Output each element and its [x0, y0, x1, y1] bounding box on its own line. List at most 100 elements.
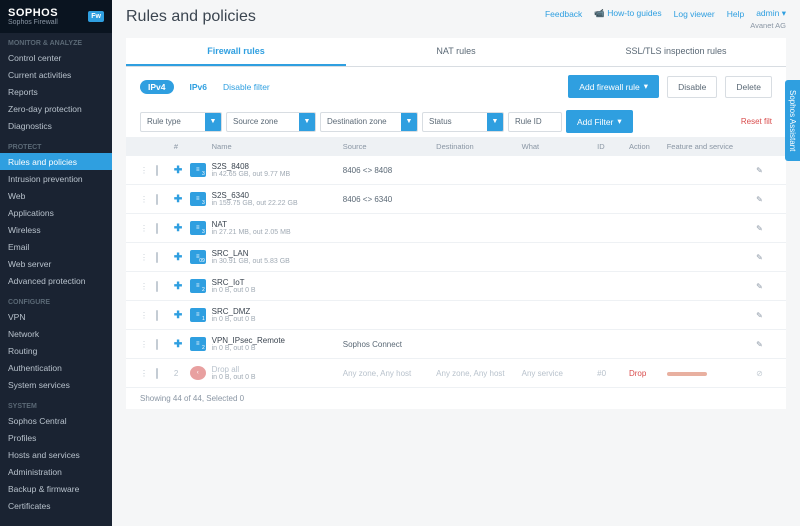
table-row[interactable]: ⋮✚≡2VPN_IPsec_Remotein 0 B, out 0 BSopho… [126, 330, 786, 359]
add-firewall-rule-button[interactable]: Add firewall rule ▾ [568, 75, 659, 98]
expand-icon[interactable]: ✚ [174, 194, 182, 205]
sidebar-item-authentication[interactable]: Authentication [0, 359, 112, 376]
sidebar-item-reports[interactable]: Reports [0, 83, 112, 100]
tab-nat[interactable]: NAT rules [346, 38, 566, 66]
table-row[interactable]: ⋮✚≡2SRC_IoTin 0 B, out 0 B✎ [126, 272, 786, 301]
expand-icon[interactable]: ✚ [174, 223, 182, 234]
sidebar-item-rules-and-policies[interactable]: Rules and policies [0, 153, 112, 170]
expand-icon[interactable]: ✚ [174, 339, 182, 350]
edit-icon[interactable]: ✎ [756, 311, 772, 320]
sidebar-item-web[interactable]: Web [0, 187, 112, 204]
table-row[interactable]: ⋮✚≡09SRC_LANin 30.91 GB, out 5.83 GB✎ [126, 243, 786, 272]
expand-icon[interactable]: ✚ [174, 310, 182, 321]
rule-name: NAT [212, 220, 339, 229]
filter-rule-type[interactable]: Rule type▼ [140, 112, 222, 132]
drag-handle-icon[interactable]: ⋮ [140, 195, 152, 204]
toolbar: IPv4 IPv6 Disable filter Add firewall ru… [126, 67, 786, 106]
row-checkbox[interactable] [156, 252, 158, 263]
tab-firewall[interactable]: Firewall rules [126, 38, 346, 66]
sidebar-item-wireless[interactable]: Wireless [0, 221, 112, 238]
delete-button[interactable]: Delete [725, 76, 772, 98]
link-howto[interactable]: 📹 How-to guides [594, 8, 661, 19]
sidebar-item-intrusion-prevention[interactable]: Intrusion prevention [0, 170, 112, 187]
nav-section-head: PROTECT [0, 140, 112, 153]
link-help[interactable]: Help [727, 9, 744, 19]
rule-name: SRC_IoT [212, 278, 339, 287]
edit-icon[interactable]: ✎ [756, 253, 772, 262]
table-row-drop[interactable]: ⋮2‹Drop allin 0 B, out 0 BAny zone, Any … [126, 359, 786, 388]
nav-section-head: MONITOR & ANALYZE [0, 36, 112, 49]
link-feedback[interactable]: Feedback [545, 9, 582, 19]
sophos-assistant-tab[interactable]: Sophos Assistant [785, 80, 800, 161]
reset-filter[interactable]: Reset filt [741, 117, 772, 126]
sidebar-item-certificates[interactable]: Certificates [0, 497, 112, 514]
table-row[interactable]: ⋮✚≡3S2S_6340in 159.75 GB, out 22.22 GB84… [126, 185, 786, 214]
sidebar-item-vpn[interactable]: VPN [0, 308, 112, 325]
disable-filter-link[interactable]: Disable filter [223, 82, 270, 92]
sidebar-item-administration[interactable]: Administration [0, 463, 112, 480]
table-row[interactable]: ⋮✚≡1SRC_DMZin 0 B, out 0 B✎ [126, 301, 786, 330]
sidebar-item-zero-day-protection[interactable]: Zero-day protection [0, 100, 112, 117]
row-checkbox[interactable] [156, 368, 158, 379]
expand-icon[interactable]: ✚ [174, 281, 182, 292]
rule-icon: ≡3 [190, 163, 206, 177]
filter-rule-id[interactable]: Rule ID [508, 112, 562, 132]
sidebar-item-routing[interactable]: Routing [0, 342, 112, 359]
row-checkbox[interactable] [156, 281, 158, 292]
sidebar-item-email[interactable]: Email [0, 238, 112, 255]
tab-ssl[interactable]: SSL/TLS inspection rules [566, 38, 786, 66]
edit-icon[interactable]: ✎ [756, 340, 772, 349]
sidebar-item-sophos-central[interactable]: Sophos Central [0, 412, 112, 429]
sidebar-item-control-center[interactable]: Control center [0, 49, 112, 66]
main: Rules and policies Feedback 📹 How-to gui… [112, 0, 800, 526]
sidebar-item-hosts-and-services[interactable]: Hosts and services [0, 446, 112, 463]
pill-ipv4[interactable]: IPv4 [140, 80, 174, 94]
pill-ipv6[interactable]: IPv6 [182, 80, 216, 94]
sidebar-item-advanced-protection[interactable]: Advanced protection [0, 272, 112, 289]
table-row[interactable]: ⋮✚≡3S2S_8408in 42.65 GB, out 9.77 MB8406… [126, 156, 786, 185]
drag-handle-icon[interactable]: ⋮ [140, 340, 152, 349]
link-logviewer[interactable]: Log viewer [674, 9, 715, 19]
row-checkbox[interactable] [156, 339, 158, 350]
sidebar-item-network[interactable]: Network [0, 325, 112, 342]
expand-icon[interactable]: ✚ [174, 165, 182, 176]
table-footer: Showing 44 of 44, Selected 0 [126, 388, 786, 409]
rule-icon: ≡2 [190, 337, 206, 351]
edit-icon[interactable]: ✎ [756, 224, 772, 233]
rule-name: Drop all [212, 365, 339, 374]
row-checkbox[interactable] [156, 223, 158, 234]
edit-icon[interactable]: ✎ [756, 166, 772, 175]
row-checkbox[interactable] [156, 165, 158, 176]
sidebar-item-web-server[interactable]: Web server [0, 255, 112, 272]
rule-source: 8406 <> 6340 [343, 195, 432, 204]
disable-button[interactable]: Disable [667, 76, 717, 98]
top-links: Feedback 📹 How-to guides Log viewer Help… [545, 8, 786, 19]
drag-handle-icon[interactable]: ⋮ [140, 282, 152, 291]
sidebar-item-current-activities[interactable]: Current activities [0, 66, 112, 83]
drop-icon: ‹ [190, 366, 206, 380]
sidebar-item-applications[interactable]: Applications [0, 204, 112, 221]
row-checkbox[interactable] [156, 194, 158, 205]
sidebar-item-profiles[interactable]: Profiles [0, 429, 112, 446]
expand-icon[interactable]: ✚ [174, 252, 182, 263]
sidebar-item-diagnostics[interactable]: Diagnostics [0, 117, 112, 134]
filter-source-zone[interactable]: Source zone▼ [226, 112, 316, 132]
sidebar-item-system-services[interactable]: System services [0, 376, 112, 393]
row-checkbox[interactable] [156, 310, 158, 321]
drag-handle-icon[interactable]: ⋮ [140, 253, 152, 262]
table-row[interactable]: ⋮✚≡3NATin 27.21 MB, out 2.05 MB✎ [126, 214, 786, 243]
drag-handle-icon[interactable]: ⋮ [140, 224, 152, 233]
rule-name: SRC_LAN [212, 249, 339, 258]
brand-sub: Sophos Firewall [8, 19, 58, 26]
drag-handle-icon[interactable]: ⋮ [140, 166, 152, 175]
tabs: Firewall rules NAT rules SSL/TLS inspect… [126, 38, 786, 67]
edit-icon[interactable]: ✎ [756, 195, 772, 204]
table-header: # Name Source Destination What ID Action… [126, 137, 786, 156]
filter-status[interactable]: Status▼ [422, 112, 504, 132]
link-admin[interactable]: admin ▾ [756, 8, 786, 19]
sidebar-item-backup-firmware[interactable]: Backup & firmware [0, 480, 112, 497]
add-filter-button[interactable]: Add Filter ▾ [566, 110, 633, 133]
edit-icon[interactable]: ✎ [756, 282, 772, 291]
filter-dest-zone[interactable]: Destination zone▼ [320, 112, 418, 132]
drag-handle-icon[interactable]: ⋮ [140, 311, 152, 320]
